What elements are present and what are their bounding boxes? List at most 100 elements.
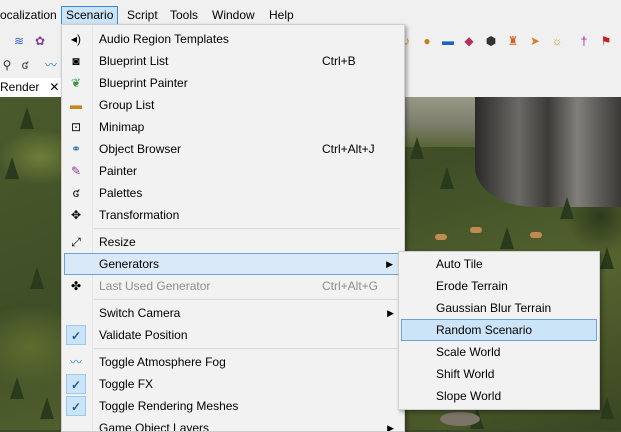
menu-item-blueprint-painter[interactable]: ❦ Blueprint Painter <box>64 72 402 94</box>
menu-window[interactable]: Window <box>208 7 259 24</box>
tree <box>20 107 34 129</box>
menu-item-label: Scale World <box>436 345 501 359</box>
scenario-menu: ◂) Audio Region Templates ◙ Blueprint Li… <box>61 24 405 432</box>
check-icon: ✓ <box>66 325 86 345</box>
generator-icon: ✤ <box>70 279 82 293</box>
menu-item-label: Painter <box>99 164 138 178</box>
tab-render[interactable]: Render ✕ <box>0 78 64 97</box>
tree <box>560 197 574 219</box>
submenu-item-erode-terrain[interactable]: Erode Terrain <box>401 275 597 297</box>
menu-separator <box>94 348 400 349</box>
menu-item-label: Toggle Atmosphere Fog <box>99 355 226 369</box>
hexagon-icon[interactable]: ⬢ <box>484 34 498 48</box>
tree <box>10 377 24 399</box>
submenu-arrow-icon: ▶ <box>386 259 393 269</box>
submenu-arrow-icon: ▶ <box>387 308 394 318</box>
submenu-item-scale-world[interactable]: Scale World <box>401 341 597 363</box>
menu-script[interactable]: Script <box>123 7 162 24</box>
menu-item-label: Blueprint List <box>99 54 169 68</box>
menu-item-palettes[interactable]: ʛ Palettes <box>64 182 402 204</box>
menu-tools[interactable]: Tools <box>166 7 202 24</box>
tree <box>600 397 614 419</box>
minimap-icon: ⊡ <box>70 120 82 134</box>
palette-icon[interactable]: ʛ <box>18 58 32 72</box>
deer <box>435 234 447 240</box>
menu-item-last-used-generator: ✤ Last Used Generator Ctrl+Alt+G <box>64 275 402 297</box>
tree <box>600 247 614 269</box>
menu-item-group-list[interactable]: ▬ Group List <box>64 94 402 116</box>
menu-item-label: Last Used Generator <box>99 279 211 293</box>
menu-item-label: Audio Region Templates <box>99 32 229 46</box>
tree <box>500 227 514 249</box>
check-icon: ✓ <box>66 374 86 394</box>
menu-item-minimap[interactable]: ⊡ Minimap <box>64 116 402 138</box>
tree <box>30 267 44 289</box>
fog-icon[interactable]: 〰 <box>44 58 58 72</box>
menu-item-label: Minimap <box>99 120 145 134</box>
check-icon: ✓ <box>66 396 86 416</box>
menu-item-transformation[interactable]: ✥ Transformation <box>64 204 402 226</box>
bolt-icon[interactable]: † <box>577 34 591 48</box>
menu-item-validate-position[interactable]: ✓ Validate Position <box>64 324 402 346</box>
deer <box>530 232 542 238</box>
menu-help[interactable]: Help <box>265 7 298 24</box>
shortcut-label: Ctrl+Alt+J <box>322 142 375 156</box>
menu-item-toggle-rendering-meshes[interactable]: ✓ Toggle Rendering Meshes <box>64 395 402 417</box>
menu-item-resize[interactable]: ⤢ Resize <box>64 231 402 253</box>
tab-label: Render <box>0 80 40 94</box>
zoom-icon[interactable]: ⚲ <box>0 58 14 72</box>
leaf-icon: ❦ <box>70 76 82 90</box>
menu-item-label: Transformation <box>99 208 180 222</box>
menu-item-label: Auto Tile <box>436 257 483 271</box>
sun-icon[interactable]: ☼ <box>550 34 564 48</box>
menu-item-blueprint-list[interactable]: ◙ Blueprint List Ctrl+B <box>64 50 402 72</box>
flagpole-icon[interactable]: ⚑ <box>599 34 613 48</box>
menu-item-object-browser[interactable]: ⚭ Object Browser Ctrl+Alt+J <box>64 138 402 160</box>
menu-scenario[interactable]: Scenario <box>61 6 119 25</box>
resize-icon: ⤢ <box>71 235 81 249</box>
menu-item-painter[interactable]: ✎ Painter <box>64 160 402 182</box>
tree <box>410 137 424 159</box>
menu-item-switch-camera[interactable]: Switch Camera ▶ <box>64 302 402 324</box>
wave-icon[interactable]: ≋ <box>12 34 26 48</box>
rock <box>440 412 480 426</box>
rock-cliff <box>475 97 621 207</box>
shortcut-label: Ctrl+B <box>322 54 356 68</box>
deer <box>470 227 482 233</box>
menu-item-generators[interactable]: Generators ▶ <box>64 253 402 275</box>
cannon-icon[interactable]: ◆ <box>462 34 476 48</box>
menu-localization[interactable]: ocalization <box>0 7 61 24</box>
menu-item-audio-region-templates[interactable]: ◂) Audio Region Templates <box>64 28 402 50</box>
speaker-icon: ◂) <box>70 32 82 46</box>
menu-item-label: Shift World <box>436 367 495 381</box>
tool-icon[interactable]: ✿ <box>33 34 47 48</box>
tree <box>5 157 19 179</box>
menu-separator <box>94 299 400 300</box>
submenu-item-gaussian-blur-terrain[interactable]: Gaussian Blur Terrain <box>401 297 597 319</box>
menu-item-label: Group List <box>99 98 155 112</box>
menu-item-toggle-fx[interactable]: ✓ Toggle FX <box>64 373 402 395</box>
tree <box>440 167 454 189</box>
menu-item-label: Erode Terrain <box>436 279 508 293</box>
group-icon: ▬ <box>70 98 82 112</box>
menu-item-label: Slope World <box>436 389 502 403</box>
submenu-item-slope-world[interactable]: Slope World <box>401 385 597 407</box>
flag-icon[interactable]: ▬ <box>441 34 455 48</box>
menu-item-label: Gaussian Blur Terrain <box>436 301 552 315</box>
shield-icon[interactable]: ♜ <box>506 34 520 48</box>
submenu-item-random-scenario[interactable]: Random Scenario <box>401 319 597 341</box>
menu-item-label: Resize <box>99 235 136 249</box>
submenu-item-shift-world[interactable]: Shift World <box>401 363 597 385</box>
submenu-item-auto-tile[interactable]: Auto Tile <box>401 253 597 275</box>
pin-icon[interactable]: ● <box>420 34 434 48</box>
menu-item-label: Toggle FX <box>99 377 154 391</box>
paintbrush-icon: ✎ <box>70 164 82 178</box>
close-icon[interactable]: ✕ <box>49 80 59 94</box>
palette-icon: ʛ <box>72 186 80 200</box>
menu-item-label: Toggle Rendering Meshes <box>99 399 239 413</box>
menu-item-label: Object Browser <box>99 142 182 156</box>
generators-submenu: Auto Tile Erode Terrain Gaussian Blur Te… <box>398 251 600 410</box>
shortcut-label: Ctrl+Alt+G <box>322 279 379 293</box>
menu-item-toggle-atmosphere-fog[interactable]: 〰 Toggle Atmosphere Fog <box>64 351 402 373</box>
arrow-icon[interactable]: ➤ <box>528 34 542 48</box>
